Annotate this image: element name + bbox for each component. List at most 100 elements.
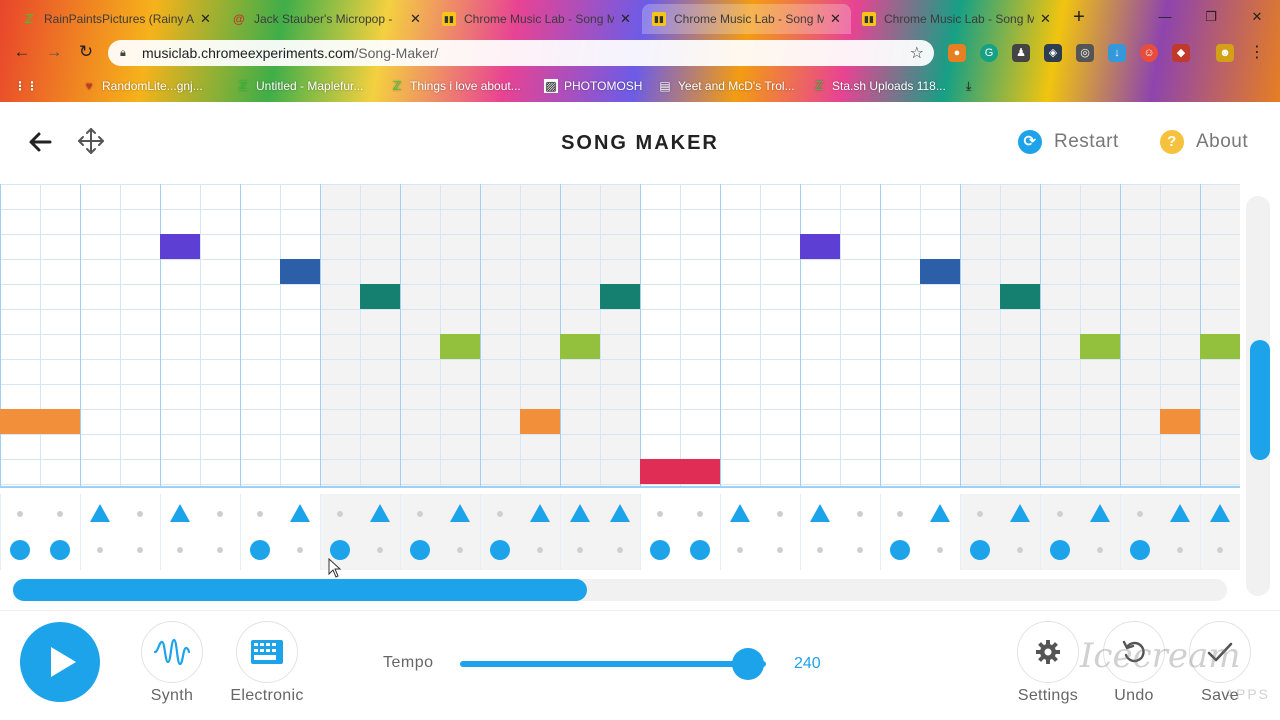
rhythm-triangle[interactable] bbox=[170, 504, 190, 522]
rhythm-circle[interactable] bbox=[690, 540, 710, 560]
minimize-icon[interactable]: — bbox=[1142, 4, 1188, 30]
browser-tab-1[interactable]: ℤ RainPaintsPictures (Rainy A ✕ bbox=[12, 4, 221, 34]
melody-grid[interactable] bbox=[0, 184, 1240, 488]
play-button[interactable] bbox=[20, 622, 100, 702]
about-button[interactable]: ? About bbox=[1160, 130, 1248, 154]
rhythm-dot[interactable] bbox=[1017, 547, 1023, 553]
rhythm-dot[interactable] bbox=[57, 511, 63, 517]
rhythm-dot[interactable] bbox=[417, 511, 423, 517]
extension-badge-icon[interactable]: ◆ bbox=[1172, 44, 1190, 62]
vertical-scroll-thumb[interactable] bbox=[1250, 340, 1270, 460]
rhythm-dot[interactable] bbox=[337, 511, 343, 517]
rhythm-dot[interactable] bbox=[697, 511, 703, 517]
melody-note[interactable] bbox=[1000, 284, 1040, 309]
extension-cookie-icon[interactable]: ● bbox=[948, 44, 966, 62]
rhythm-dot[interactable] bbox=[897, 511, 903, 517]
rhythm-grid[interactable] bbox=[0, 494, 1240, 570]
close-icon[interactable]: ✕ bbox=[830, 11, 841, 27]
profile-avatar[interactable]: ☻ bbox=[1216, 44, 1234, 62]
rhythm-dot[interactable] bbox=[1217, 547, 1223, 553]
rhythm-circle[interactable] bbox=[250, 540, 270, 560]
melody-note[interactable] bbox=[600, 284, 640, 309]
rhythm-dot[interactable] bbox=[457, 547, 463, 553]
extension-eye-icon[interactable]: ◈ bbox=[1044, 44, 1062, 62]
rhythm-dot[interactable] bbox=[177, 547, 183, 553]
rhythm-dot[interactable] bbox=[577, 547, 583, 553]
rhythm-dot[interactable] bbox=[217, 547, 223, 553]
bookmark-item[interactable]: ℤ Sta.sh Uploads 118... bbox=[812, 76, 945, 96]
rhythm-dot[interactable] bbox=[1137, 511, 1143, 517]
rhythm-dot[interactable] bbox=[1177, 547, 1183, 553]
melody-note[interactable] bbox=[560, 334, 600, 359]
rhythm-dot[interactable] bbox=[257, 511, 263, 517]
rhythm-dot[interactable] bbox=[297, 547, 303, 553]
rhythm-dot[interactable] bbox=[17, 511, 23, 517]
melody-note[interactable] bbox=[1160, 409, 1200, 434]
rhythm-dot[interactable] bbox=[1057, 511, 1063, 517]
song-grid[interactable] bbox=[0, 184, 1240, 570]
melody-note[interactable] bbox=[1200, 334, 1240, 359]
rhythm-circle[interactable] bbox=[650, 540, 670, 560]
bookmark-item[interactable]: ♥ RandomLite...gnj... bbox=[82, 76, 202, 96]
rhythm-dot[interactable] bbox=[1097, 547, 1103, 553]
browser-tab-4[interactable]: ▮▮ Chrome Music Lab - Song M ✕ bbox=[642, 4, 851, 34]
settings-button[interactable]: Settings bbox=[998, 621, 1098, 705]
rhythm-triangle[interactable] bbox=[730, 504, 750, 522]
rhythm-dot[interactable] bbox=[777, 511, 783, 517]
extension-face-icon[interactable]: ☺ bbox=[1140, 44, 1158, 62]
rhythm-dot[interactable] bbox=[657, 511, 663, 517]
rhythm-triangle[interactable] bbox=[810, 504, 830, 522]
melody-note[interactable] bbox=[280, 259, 320, 284]
download-icon[interactable]: ⤓ bbox=[966, 76, 971, 96]
apps-grid-icon[interactable]: ⋮⋮ bbox=[14, 76, 38, 96]
close-icon[interactable]: ✕ bbox=[620, 11, 631, 27]
rhythm-dot[interactable] bbox=[497, 511, 503, 517]
rhythm-circle[interactable] bbox=[1130, 540, 1150, 560]
rhythm-circle[interactable] bbox=[10, 540, 30, 560]
rhythm-circle[interactable] bbox=[490, 540, 510, 560]
undo-button[interactable]: Undo bbox=[1084, 621, 1184, 705]
synth-button[interactable]: Synth bbox=[122, 621, 222, 705]
melody-note[interactable] bbox=[360, 284, 400, 309]
extension-person-icon[interactable]: ♟ bbox=[1012, 44, 1030, 62]
address-bar[interactable]: 🔒︎ musiclab.chromeexperiments.com /Song-… bbox=[108, 40, 934, 66]
grammarly-icon[interactable]: G bbox=[980, 44, 998, 62]
rhythm-circle[interactable] bbox=[410, 540, 430, 560]
close-window-icon[interactable]: ✕ bbox=[1234, 4, 1280, 30]
rhythm-dot[interactable] bbox=[97, 547, 103, 553]
rhythm-circle[interactable] bbox=[890, 540, 910, 560]
rhythm-circle[interactable] bbox=[330, 540, 350, 560]
rhythm-circle[interactable] bbox=[970, 540, 990, 560]
rhythm-dot[interactable] bbox=[617, 547, 623, 553]
browser-tab-5[interactable]: ▮▮ Chrome Music Lab - Song M ✕ bbox=[852, 4, 1061, 34]
rhythm-circle[interactable] bbox=[1050, 540, 1070, 560]
rhythm-dot[interactable] bbox=[857, 511, 863, 517]
rhythm-dot[interactable] bbox=[857, 547, 863, 553]
star-icon[interactable]: ☆ bbox=[910, 43, 924, 63]
rhythm-dot[interactable] bbox=[737, 547, 743, 553]
close-icon[interactable]: ✕ bbox=[1040, 11, 1051, 27]
melody-note[interactable] bbox=[520, 409, 560, 434]
rhythm-dot[interactable] bbox=[937, 547, 943, 553]
rhythm-triangle[interactable] bbox=[90, 504, 110, 522]
reload-icon[interactable]: ↻ bbox=[74, 40, 98, 64]
melody-note[interactable] bbox=[160, 234, 200, 259]
back-arrow-icon[interactable]: ← bbox=[10, 40, 34, 64]
menu-dots-icon[interactable]: ⋮ bbox=[1248, 44, 1266, 62]
melody-note[interactable] bbox=[800, 234, 840, 259]
rhythm-triangle[interactable] bbox=[290, 504, 310, 522]
new-tab-button[interactable]: + bbox=[1068, 6, 1090, 28]
save-button[interactable]: Save bbox=[1170, 621, 1270, 705]
rhythm-dot[interactable] bbox=[217, 511, 223, 517]
browser-tab-3[interactable]: ▮▮ Chrome Music Lab - Song M ✕ bbox=[432, 4, 641, 34]
rhythm-dot[interactable] bbox=[377, 547, 383, 553]
browser-tab-2[interactable]: @ Jack Stauber's Micropop - ✕ bbox=[222, 4, 431, 34]
melody-note[interactable] bbox=[0, 409, 80, 434]
tempo-slider-thumb[interactable] bbox=[731, 648, 764, 680]
melody-note[interactable] bbox=[920, 259, 960, 284]
rhythm-dot[interactable] bbox=[777, 547, 783, 553]
electronic-button[interactable]: Electronic bbox=[217, 621, 317, 705]
extension-broadcast-icon[interactable]: ◎ bbox=[1076, 44, 1094, 62]
close-icon[interactable]: ✕ bbox=[200, 11, 211, 27]
melody-note[interactable] bbox=[440, 334, 480, 359]
